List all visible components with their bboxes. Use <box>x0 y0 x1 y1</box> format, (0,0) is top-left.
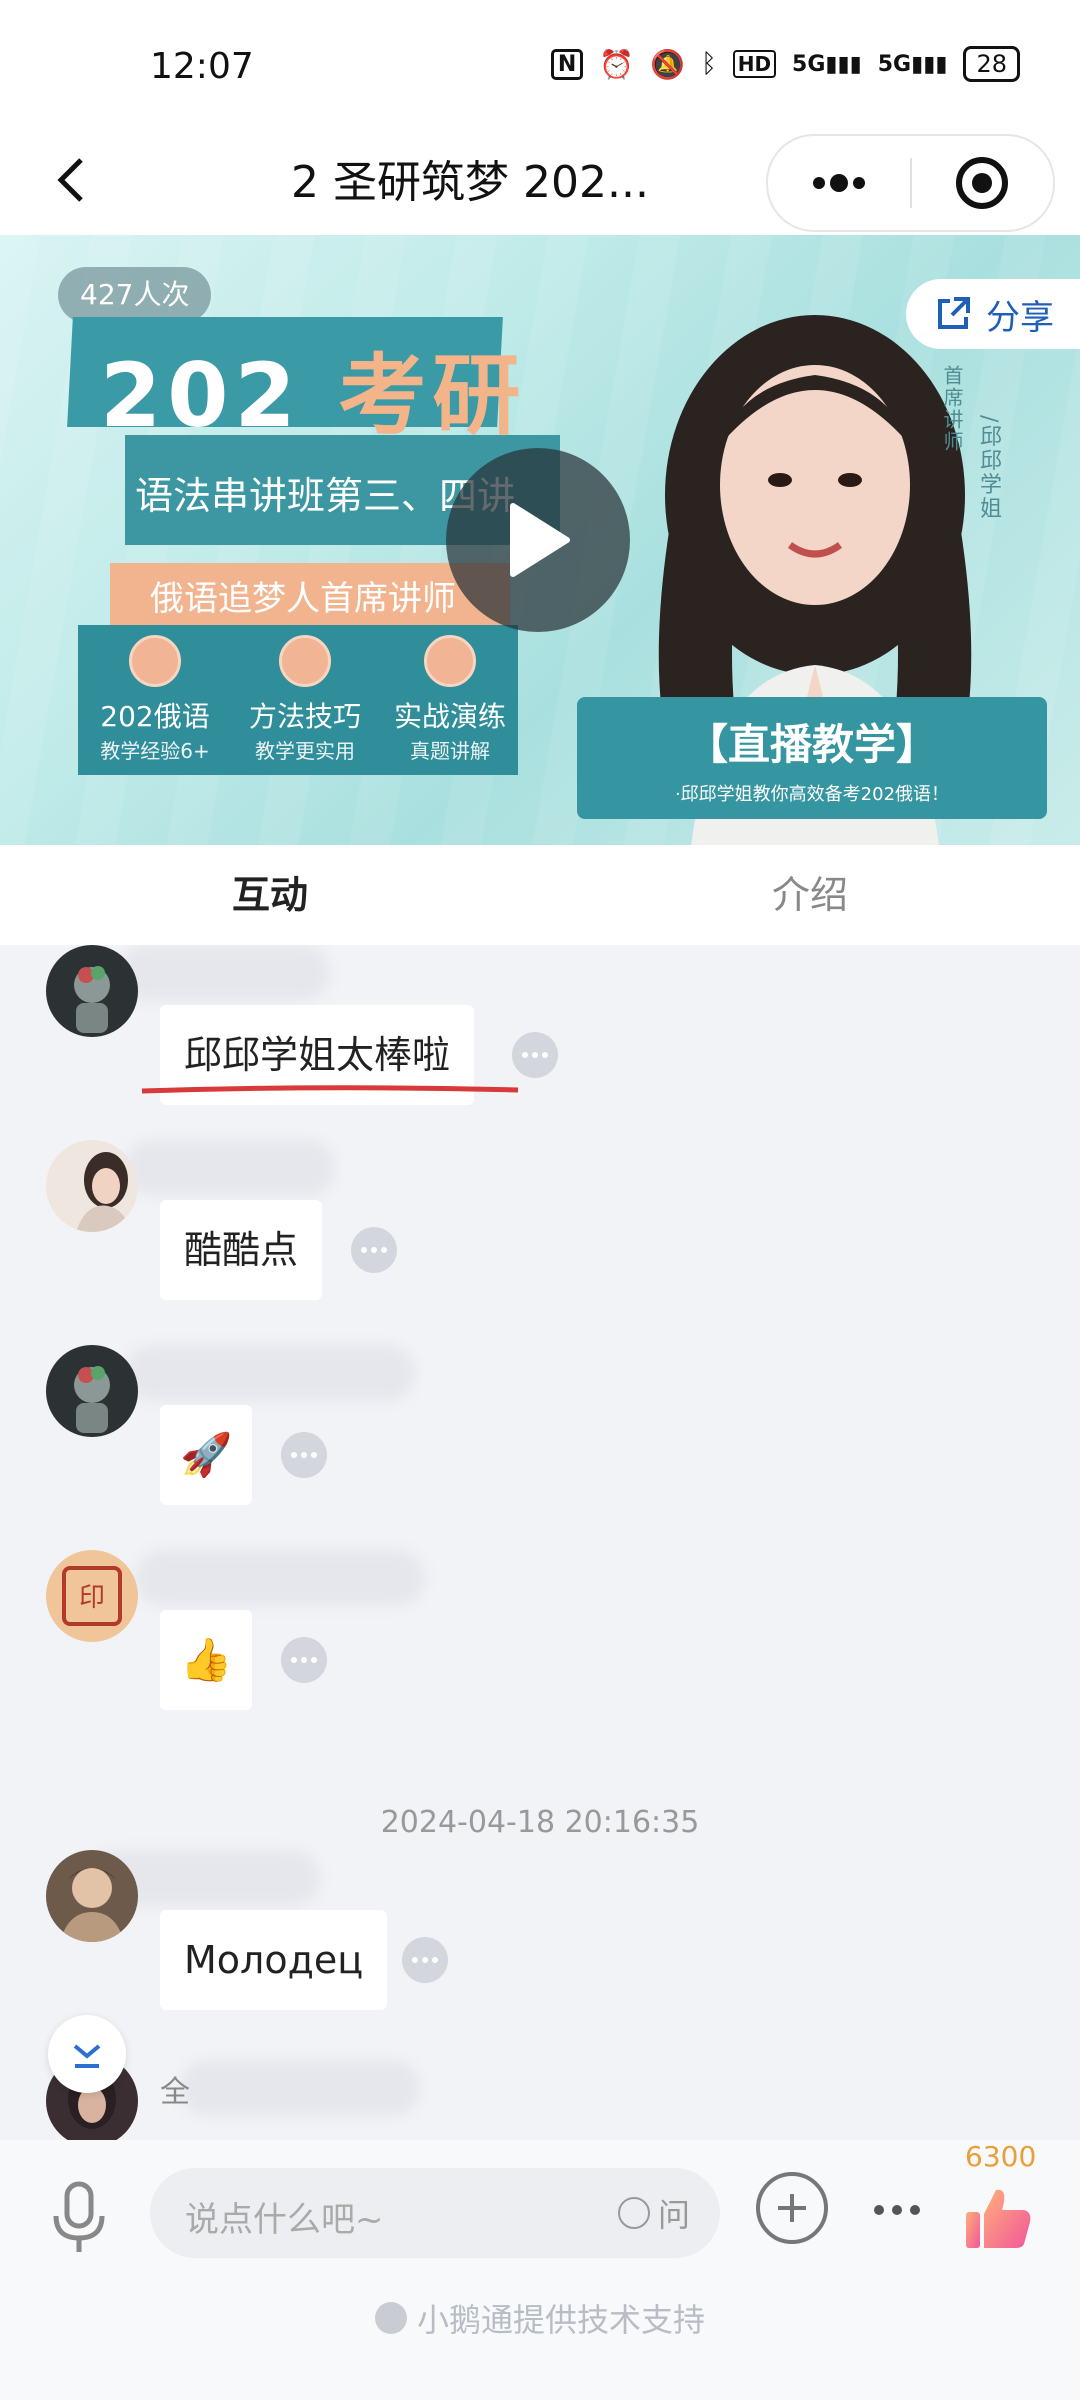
astronaut-avatar[interactable] <box>46 1345 138 1437</box>
astronaut-avatar[interactable] <box>46 945 138 1037</box>
banner-tag: 俄语追梦人首席讲师 <box>150 579 456 619</box>
tools-icon <box>279 635 331 687</box>
share-label: 分享 <box>986 297 1054 338</box>
seal-avatar[interactable]: 印 <box>46 1550 138 1642</box>
more-options-icon[interactable] <box>402 1937 448 1983</box>
feature-item: 202俄语 教学经验6+ <box>85 635 225 764</box>
blurred-username <box>125 1140 335 1196</box>
more-options-icon[interactable] <box>351 1227 397 1273</box>
message-bubble[interactable]: 酷酷点 <box>160 1200 323 1300</box>
play-button[interactable] <box>446 448 630 632</box>
message-bubble[interactable]: 👍 <box>160 1610 253 1710</box>
chevron-left-icon[interactable] <box>40 150 100 210</box>
feature-item: 方法技巧 教学更实用 <box>235 635 375 764</box>
powered-by-text: 小鹅通提供技术支持 <box>416 2301 705 2339</box>
signal-5g-icon: 5G▮▮▮ <box>792 51 862 77</box>
arrow-down-icon <box>73 2044 101 2068</box>
svg-text:印: 印 <box>79 1583 105 1613</box>
live-title: 【直播教学】 <box>685 720 938 769</box>
microphone-icon[interactable] <box>44 2176 114 2256</box>
bluetooth-icon: ᛒ <box>701 49 717 79</box>
blurred-username <box>125 1345 415 1401</box>
more-menu-button[interactable] <box>862 2180 932 2240</box>
target-icon[interactable] <box>912 136 1054 230</box>
shield-icon <box>129 635 181 687</box>
like-count: 6300 <box>965 2140 1037 2173</box>
feature-desc: 真题讲解 <box>410 739 490 763</box>
status-time: 12:07 <box>150 46 254 87</box>
share-button[interactable]: 分享 <box>906 279 1080 349</box>
red-underline-annotation <box>141 1085 519 1094</box>
document-icon <box>424 635 476 687</box>
radio-circle-icon <box>617 2197 650 2229</box>
feature-title: 实战演练 <box>393 700 506 733</box>
chat-area[interactable]: 邱邱学姐太棒啦 酷酷点 🚀 印 👍 2024-04-18 20:16:35 Мо… <box>0 945 1080 2140</box>
mini-program-capsule <box>766 134 1055 232</box>
feature-title: 202俄语 <box>100 700 210 733</box>
blurred-username <box>120 945 330 1001</box>
nfc-icon: N <box>550 48 584 80</box>
ask-label: 问 <box>657 2196 690 2234</box>
scroll-to-bottom-button[interactable] <box>48 2015 126 2093</box>
bottom-input-bar: 说点什么吧~ 问 6300 小鹅通提供技术支持 <box>0 2140 1080 2400</box>
feature-item: 实战演练 真题讲解 <box>380 635 520 764</box>
nav-bar: 2 圣研筑梦 202... <box>0 130 1080 240</box>
girl-avatar[interactable] <box>46 1140 138 1232</box>
feature-title: 方法技巧 <box>248 700 361 733</box>
banner-headline: 202 考研 <box>100 344 527 447</box>
partial-username: 全 <box>160 2075 190 2110</box>
xiaoe-logo-icon <box>374 2302 407 2334</box>
page-title: 2 圣研筑梦 202... <box>291 157 649 208</box>
signal-5g-icon-2: 5G▮▮▮ <box>877 51 948 77</box>
plus-icon <box>778 2194 806 2222</box>
mute-icon: 🔕 <box>650 47 686 81</box>
teacher-name-label: /邱邱学姐 <box>976 415 1001 521</box>
status-icons: N ⏰ 🔕 ᛒ HD 5G▮▮▮ 5G▮▮▮ 28 <box>550 46 1020 82</box>
feature-desc: 教学更实用 <box>255 739 355 763</box>
more-options-icon[interactable] <box>281 1432 327 1478</box>
tab-bar: 互动 介绍 <box>0 845 1080 945</box>
view-count-badge: 427人次 <box>58 267 212 323</box>
tab-interaction[interactable]: 互动 <box>0 845 540 945</box>
play-icon <box>510 503 570 577</box>
role-label: 首席讲师 <box>940 365 964 453</box>
more-options-icon[interactable] <box>281 1637 327 1683</box>
more-dots-icon[interactable] <box>768 136 910 230</box>
message-bubble[interactable]: Молодец <box>160 1910 388 2010</box>
share-icon <box>938 297 970 329</box>
message-bubble[interactable]: 🚀 <box>160 1405 253 1505</box>
tab-introduction[interactable]: 介绍 <box>540 845 1080 945</box>
more-options-icon[interactable] <box>512 1032 558 1078</box>
video-banner[interactable]: 427人次 202 考研 语法串讲班第三、四讲 俄语追梦人首席讲师 202俄语 … <box>0 235 1080 845</box>
blurred-username <box>180 2060 420 2116</box>
ask-question-toggle[interactable]: 问 <box>617 2190 690 2236</box>
live-subtitle: ·邱邱学姐教你高效备考202俄语！ <box>674 784 950 805</box>
thumbs-up-icon[interactable] <box>962 2182 1034 2254</box>
battery-icon: 28 <box>963 46 1020 82</box>
add-button[interactable] <box>756 2172 828 2244</box>
alarm-icon: ⏰ <box>599 47 635 81</box>
message-timestamp: 2024-04-18 20:16:35 <box>380 1805 700 1840</box>
blurred-username <box>135 1550 425 1606</box>
comment-input[interactable]: 说点什么吧~ 问 <box>150 2168 720 2258</box>
powered-by-footer: 小鹅通提供技术支持 <box>0 2295 1080 2341</box>
hd-icon: HD <box>732 50 777 78</box>
input-placeholder: 说点什么吧~ <box>185 2200 384 2240</box>
status-bar: 12:07 N ⏰ 🔕 ᛒ HD 5G▮▮▮ 5G▮▮▮ 28 <box>0 0 1080 130</box>
feature-desc: 教学经验6+ <box>100 739 210 763</box>
live-teaching-box: 【直播教学】 ·邱邱学姐教你高效备考202俄语！ <box>577 697 1047 819</box>
photo-avatar[interactable] <box>46 1850 138 1942</box>
